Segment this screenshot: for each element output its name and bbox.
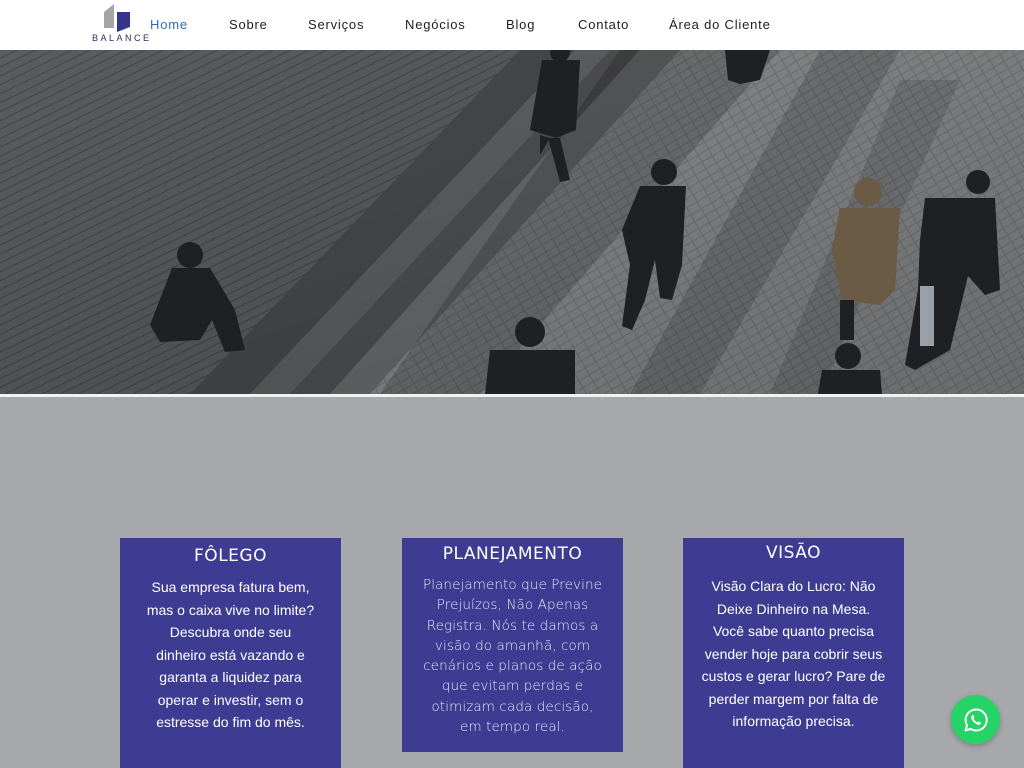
whatsapp-icon [963, 707, 988, 732]
nav-item-negocios[interactable]: Negócios [405, 17, 466, 32]
whatsapp-button[interactable] [951, 695, 1000, 744]
nav-item-home[interactable]: Home [150, 17, 188, 32]
card-folego: FÔLEGO Sua empresa fatura bem, mas o cai… [120, 538, 341, 768]
nav-item-servicos[interactable]: Serviços [308, 17, 364, 32]
card-folego-body: Sua empresa fatura bem, mas o caixa vive… [146, 579, 315, 730]
nav-item-sobre[interactable]: Sobre [229, 17, 268, 32]
hero-divider [0, 394, 1024, 397]
card-folego-title: FÔLEGO [194, 546, 267, 566]
card-visao-body: Visão Clara do Lucro: Não Deixe Dinheiro… [701, 578, 886, 729]
hero-photo-illustration [0, 50, 1024, 394]
nav-item-contato[interactable]: Contato [578, 17, 629, 32]
brand-name: BALANCE [92, 33, 152, 43]
card-planejamento: PLANEJAMENTO Planejamento que Previne Pr… [402, 538, 623, 752]
brand-logo[interactable]: BALANCE [90, 2, 149, 46]
nav-item-area-do-cliente[interactable]: Área do Cliente [669, 17, 771, 32]
hero-image [0, 50, 1024, 394]
card-planejamento-body: Planejamento que Previne Prejuízos, Não … [422, 577, 603, 736]
nav-item-blog[interactable]: Blog [506, 17, 535, 32]
card-planejamento-title: PLANEJAMENTO [442, 544, 583, 564]
site-header: BALANCE Home Sobre Serviços Negócios Blo… [0, 0, 1024, 50]
card-visao: VISÃO Visão Clara do Lucro: Não Deixe Di… [683, 538, 904, 768]
card-visao-title: VISÃO [766, 543, 821, 563]
